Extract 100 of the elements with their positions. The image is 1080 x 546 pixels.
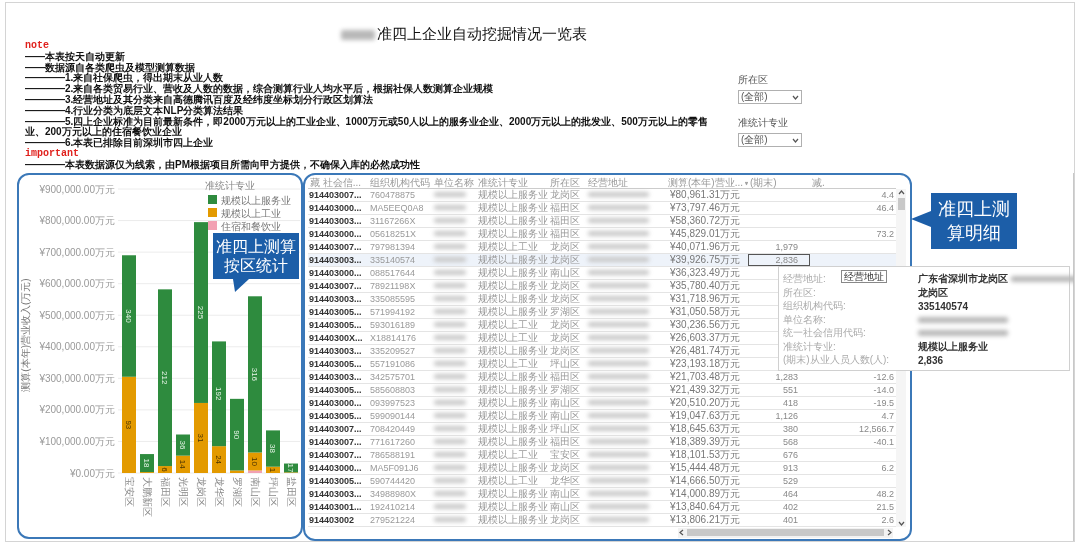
table-cell-text: 福田区 [549,202,581,214]
blurred-text [434,361,466,366]
table-cell-text: 914403003... [308,488,363,500]
table-cell-text: 4.7 [880,410,895,422]
table-cell-text: 914403003... [308,254,363,266]
table-cell-text: 福田区 [549,436,581,448]
table-row[interactable]: 914403001... 192410214 规模以上服务业 南山区 ¥13,840.64万元 402 21.5 [308,501,896,514]
table-row[interactable]: 914403007... 786588191 规模以上工业 宝安区 ¥18,101.53万元 676 [308,449,896,462]
scroll-thumb[interactable] [897,198,905,210]
table-row[interactable]: 914403000... MA5EEQ0A8 规模以上服务业 福田区 ¥73,797.46万元 46.4 [308,202,896,215]
bar-label: 225 [196,305,205,320]
table-row[interactable]: 914403005... 585608803 规模以上服务业 罗湖区 ¥21,439.32万元 551 -14.0 [308,384,896,397]
category-label: 宝安区 [123,477,135,507]
blurred-text [588,400,649,405]
table-cell-text: 规模以上工业 [477,332,539,344]
table-cell-text: 914403007... [308,449,363,461]
table-cell-text: 771617260 [369,436,417,448]
blurred-text [434,270,466,275]
table-cell-text: 龙岗区 [549,345,581,357]
table-cell-text: MA5EEQ0A8 [369,202,425,214]
category-label: 光明区 [177,477,189,507]
scroll-right-icon [886,529,893,536]
table-cell-text: 568 [781,436,799,448]
bar-label: 17 [286,463,295,473]
table-cell-text: 914403005... [308,306,363,318]
blurred-text [588,387,649,392]
table-cell-text: 规模以上服务业 [477,410,548,422]
blurred-text [588,478,649,483]
note-line: ————本表数据源仅为线索，由PM根据项目所需向甲方提供，不确保入库的必然成功性 [25,159,421,171]
bar-label: 14 [178,459,187,469]
table-cell-text: 福田区 [549,215,581,227]
blurred-text [434,231,466,236]
bar-label: 90 [232,430,241,440]
table-cell-text: ¥15,444.48万元 [669,462,742,474]
category-label: 大鹏新区 [141,477,153,517]
blurred-text [434,192,466,197]
table-row[interactable]: 914403007... 708420449 规模以上服务业 坪山区 ¥18,645.63万元 380 12,566.7 [308,423,896,436]
table-cell-text: 规模以上服务业 [477,228,548,240]
table-row[interactable]: 914403005... 590744420 规模以上工业 龙华区 ¥14,666.50万元 529 [308,475,896,488]
table-cell-text: 192410214 [369,501,417,513]
blurred-text [588,257,649,262]
table-cell-text: 914403007... [308,241,363,253]
bar-label: 31 [196,433,205,443]
table-row[interactable]: 914403002 279521224 规模以上服务业 龙岗区 ¥13,806.21万元 401 2.6 [308,514,896,527]
table-cell-text: 914403001... [308,501,363,513]
blurred-text [588,465,649,470]
hover-label: 经营地址 [841,270,887,283]
table-cell-text: ¥31,050.58万元 [669,306,742,318]
table-cell-text: 1,126 [774,410,799,422]
table-cell-text: 73.2 [875,228,895,240]
table-cell-text: ¥26,481.74万元 [669,345,742,357]
table-cell-text: 2.6 [880,514,895,526]
table-row[interactable]: 914403000... 05618251X 规模以上服务业 福田区 ¥45,829.01万元 73.2 [308,228,896,241]
category-label: 福田区 [159,477,171,507]
filter-dropdown[interactable]: (全部) [738,133,802,147]
blurred-text [588,452,649,457]
filter-dropdown[interactable]: (全部) [738,90,802,104]
bar-label: 192 [214,387,223,401]
blurred-text [588,244,649,249]
horizontal-scrollbar[interactable] [678,527,893,538]
table-cell-text: MA5F091J6 [369,462,420,474]
table-cell-text: 088517644 [369,267,417,279]
bar-label: 1 [268,467,277,473]
callout: 准四上测算明细 [931,193,1017,249]
blurred-text [588,426,649,431]
scroll-thumb[interactable] [687,529,884,536]
blurred-text [434,205,466,210]
table-row[interactable]: 914403007... 760478875 规模以上服务业 龙岗区 ¥80,961.31万元 4.4 [308,189,896,202]
tick-label: ¥700,000.00万元 [39,246,115,258]
table-cell-text: 335209527 [369,345,417,357]
bar-label: 6 [160,467,169,472]
table-cell-text: 914403007... [308,436,363,448]
blurred-text [434,257,466,262]
table-cell-text: ¥26,603.37万元 [669,332,742,344]
blurred-text [434,504,466,509]
table-row[interactable]: 914403000... MA5F091J6 规模以上服务业 龙岗区 ¥15,444.48万元 913 6.2 [308,462,896,475]
blurred-text [434,491,466,496]
table-row[interactable]: 914403003... 31167266X 规模以上服务业 福田区 ¥58,360.72万元 [308,215,896,228]
blurred-text [588,335,649,340]
tick-label: ¥400,000.00万元 [39,341,115,353]
table-row[interactable]: 914403005... 599090144 规模以上服务业 南山区 ¥19,047.63万元 1,126 4.7 [308,410,896,423]
table-row[interactable]: 914403003... 335140574 规模以上服务业 龙岗区 ¥39,926.75万元 2,836 [308,254,896,267]
table-cell-text: 规模以上服务业 [477,384,548,396]
table-row[interactable]: 914403007... 771617260 规模以上服务业 福田区 ¥18,389.39万元 568 -40.1 [308,436,896,449]
table-cell-text: 龙岗区 [549,293,581,305]
table-cell-text: 797981394 [369,241,417,253]
category-label: 龙华区 [213,477,225,507]
blurred-text [434,244,466,249]
table-row[interactable]: 914403000... 093997523 规模以上服务业 南山区 ¥20,510.20万元 418 -19.5 [308,397,896,410]
table-cell-text: 规模以上服务业 [477,189,548,201]
table-row[interactable]: 914403003... 34988980X 规模以上服务业 南山区 ¥14,000.89万元 464 48.2 [308,488,896,501]
legend-label: 规模以上服务业 [221,194,291,206]
table-cell-text: 914403007... [308,189,363,201]
table-cell-text: 罗湖区 [549,384,581,396]
table-cell-text: 龙岗区 [549,332,581,344]
table-cell-text: ¥80,961.31万元 [669,189,742,201]
table-cell-text: -12.6 [872,371,895,383]
blurred-text [588,205,649,210]
tick-label: ¥800,000.00万元 [39,215,115,227]
table-cell-text: 418 [781,397,799,409]
